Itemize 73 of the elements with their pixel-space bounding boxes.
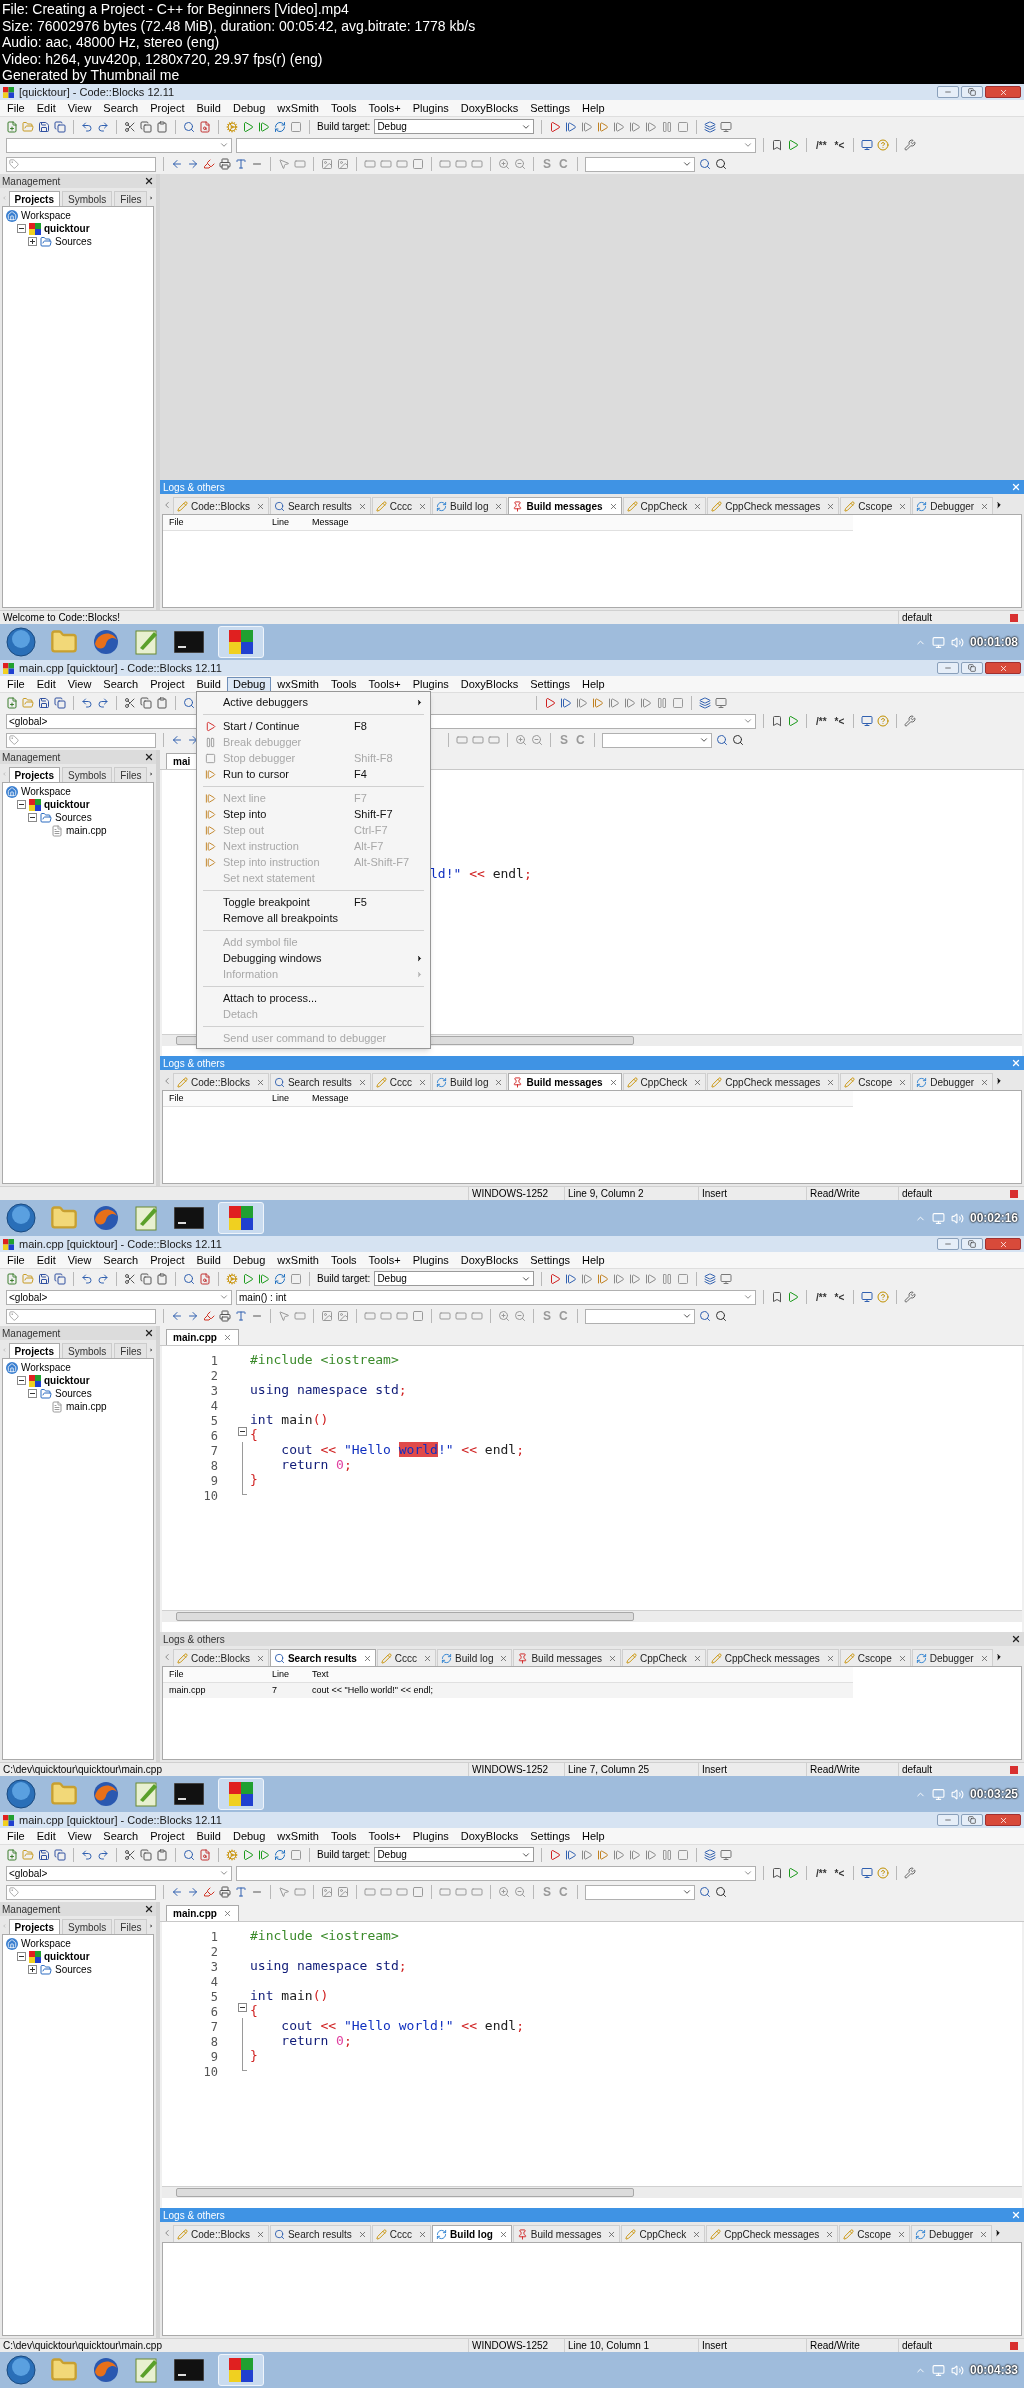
code-line: ld!" << endl; bbox=[430, 864, 532, 883]
line-number: 6 bbox=[210, 1428, 218, 1443]
panel-title: Logs & others bbox=[163, 480, 225, 495]
panel-title: Management bbox=[2, 1326, 61, 1341]
status-access: Read/Write bbox=[810, 2340, 860, 2351]
panel-title: Logs & others bbox=[163, 1632, 225, 1647]
line-number: 1 bbox=[210, 1353, 218, 1368]
line-number: 10 bbox=[203, 2064, 218, 2079]
timestamp: 00:01:08 bbox=[969, 634, 1018, 651]
code-line: using namespace std; bbox=[250, 1380, 407, 1399]
line-number: 8 bbox=[210, 2034, 218, 2049]
timestamp: 00:04:33 bbox=[969, 2362, 1018, 2379]
code-line: } bbox=[250, 2046, 258, 2065]
window-title: main.cpp [quicktour] - Code::Blocks 12.11 bbox=[19, 660, 222, 676]
code-line: } bbox=[250, 1470, 258, 1489]
line-number: 9 bbox=[210, 2049, 218, 2064]
status-profile: default bbox=[902, 1764, 933, 1775]
window-title: main.cpp [quicktour] - Code::Blocks 12.11 bbox=[19, 1812, 222, 1828]
line-number: 9 bbox=[210, 1473, 218, 1488]
line-number: 3 bbox=[210, 1959, 218, 1974]
line-number: 5 bbox=[210, 1989, 218, 2004]
status-mode: Insert bbox=[702, 1188, 727, 1199]
line-number: 10 bbox=[203, 1488, 218, 1503]
status-access: Read/Write bbox=[810, 1764, 860, 1775]
status-message: Welcome to Code::Blocks! bbox=[3, 612, 121, 623]
status-profile: default bbox=[902, 2340, 933, 2351]
table-cell-text: main.cpp bbox=[168, 1683, 207, 1697]
panel-title: Logs & others bbox=[163, 1056, 225, 1071]
line-number: 4 bbox=[210, 1974, 218, 1989]
status-encoding: WINDOWS-1252 bbox=[472, 1188, 549, 1199]
line-number: 2 bbox=[210, 1368, 218, 1383]
panel-title: Management bbox=[2, 750, 61, 765]
line-number: 7 bbox=[210, 1443, 218, 1458]
status-position: Line 10, Column 1 bbox=[568, 2340, 650, 2351]
status-mode: Insert bbox=[702, 1764, 727, 1775]
info-line: Generated by Thumbnail me bbox=[2, 67, 180, 84]
line-number: 5 bbox=[210, 1413, 218, 1428]
timestamp: 00:03:25 bbox=[969, 1786, 1018, 1803]
line-number: 1 bbox=[210, 1929, 218, 1944]
build-target-label: Build target: bbox=[317, 120, 371, 134]
status-access: Read/Write bbox=[810, 1188, 860, 1199]
code-line: using namespace std; bbox=[250, 1956, 407, 1975]
line-number: 7 bbox=[210, 2019, 218, 2034]
timestamp: 00:02:16 bbox=[969, 1210, 1018, 1227]
window-title: [quicktour] - Code::Blocks 12.11 bbox=[19, 84, 175, 100]
status-profile: default bbox=[902, 612, 933, 623]
panel-title: Management bbox=[2, 1902, 61, 1917]
status-message: C:\dev\quicktour\quicktour\main.cpp bbox=[3, 2340, 162, 2351]
table-cell-text: 7 bbox=[271, 1683, 278, 1697]
status-profile: default bbox=[902, 1188, 933, 1199]
status-mode: Insert bbox=[702, 2340, 727, 2351]
window-title: main.cpp [quicktour] - Code::Blocks 12.11 bbox=[19, 1236, 222, 1252]
code-line: #include <iostream> bbox=[250, 1350, 399, 1369]
status-position: Line 7, Column 25 bbox=[568, 1764, 650, 1775]
build-target-label: Build target: bbox=[317, 1272, 371, 1286]
status-position: Line 9, Column 2 bbox=[568, 1188, 644, 1199]
info-line: Video: h264, yuv420p, 1280x720, 29.97 fps(r) (eng) bbox=[2, 50, 323, 67]
status-encoding: WINDOWS-1252 bbox=[472, 2340, 549, 2351]
line-number: 3 bbox=[210, 1383, 218, 1398]
info-line: Audio: aac, 48000 Hz, stereo (eng) bbox=[2, 34, 220, 51]
line-number: 6 bbox=[210, 2004, 218, 2019]
build-target-label: Build target: bbox=[317, 1848, 371, 1862]
status-message: C:\dev\quicktour\quicktour\main.cpp bbox=[3, 1764, 162, 1775]
panel-title: Management bbox=[2, 174, 61, 189]
status-encoding: WINDOWS-1252 bbox=[472, 1764, 549, 1775]
table-cell-text: cout << "Hello world!" << endl; bbox=[311, 1683, 434, 1697]
line-number: 4 bbox=[210, 1398, 218, 1413]
info-line: Size: 76002976 bytes (72.48 MiB), duration: 00:05:42, avg.bitrate: 1778 kb/s bbox=[2, 17, 476, 34]
panel-title: Logs & others bbox=[163, 2208, 225, 2223]
info-line: File: Creating a Project - C++ for Beginners [Video].mp4 bbox=[2, 1, 349, 18]
code-line: #include <iostream> bbox=[250, 1926, 399, 1945]
line-number: 8 bbox=[210, 1458, 218, 1473]
line-number: 2 bbox=[210, 1944, 218, 1959]
